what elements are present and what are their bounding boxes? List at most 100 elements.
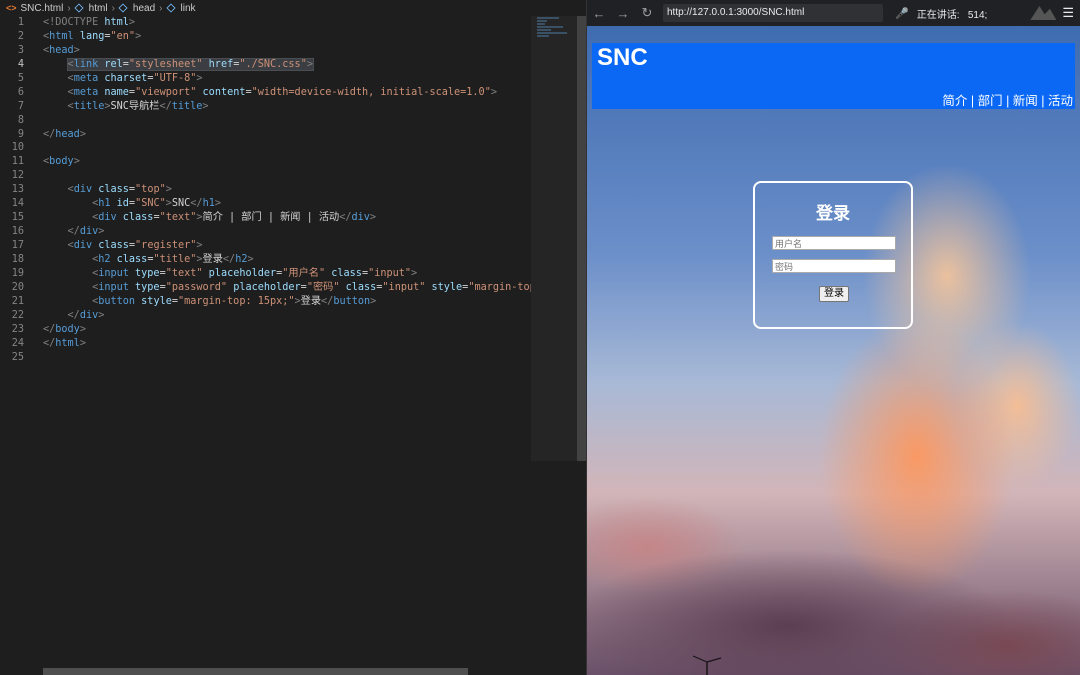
line-number: 11 (11, 156, 24, 168)
line-number: 13 (11, 184, 24, 196)
line-number: 14 (11, 198, 24, 210)
code-line[interactable]: 12 (0, 169, 530, 183)
code-line[interactable]: 6 <meta name="viewport" content="width=d… (0, 86, 530, 100)
line-number: 1 (17, 17, 24, 28)
back-arrow-icon[interactable]: ← (587, 6, 611, 21)
code-text: <body> (43, 156, 80, 168)
line-number: 6 (17, 86, 24, 98)
code-text: <div class="register"> (67, 240, 203, 251)
code-line[interactable]: 22 </div> (0, 309, 530, 323)
code-line[interactable]: 20 <input type="password" placeholder="密… (0, 281, 542, 295)
browser-window: ← → ↻ http://127.0.0.1:3000/SNC.html 🎤 正… (587, 0, 1080, 675)
line-number: 10 (11, 142, 24, 154)
wind-turbine-icon (692, 655, 722, 675)
line-number: 16 (11, 226, 24, 238)
code-line[interactable]: 13 <div class="top"> (0, 183, 530, 197)
code-line[interactable]: 14 <h1 id="SNC">SNC</h1> (0, 197, 530, 211)
code-editor[interactable]: <> SNC.html › html › head › link 1 <!DOCT… (0, 0, 587, 675)
breadcrumb-html[interactable]: html (89, 3, 108, 14)
reload-icon[interactable]: ↻ (635, 5, 659, 21)
address-bar[interactable]: http://127.0.0.1:3000/SNC.html (663, 4, 883, 22)
code-line[interactable]: 18 <h2 class="title">登录</h2> (0, 253, 530, 267)
microphone-icon[interactable]: 🎤 (895, 7, 909, 20)
code-text: <input type="text" placeholder="用户名" cla… (92, 267, 418, 279)
code-line[interactable]: 7 <title>SNC导航栏</title> (0, 100, 530, 114)
horizontal-scrollbar[interactable] (43, 668, 468, 675)
menu-icon[interactable]: ☰ (1062, 5, 1074, 21)
line-number: 21 (11, 295, 24, 307)
code-line[interactable]: 19 <input type="text" placeholder="用户名" … (0, 267, 530, 281)
code-area[interactable]: 1 <!DOCTYPE html> 2 <html lang="en"> 3 <head>… (0, 16, 542, 656)
element-icon (118, 3, 128, 13)
code-line[interactable]: 25 (0, 351, 530, 365)
minimap[interactable] (531, 16, 577, 461)
breadcrumb-link[interactable]: link (181, 3, 196, 14)
line-number: 9 (17, 128, 24, 140)
page-viewport: SNC 简介 | 部门 | 新闻 | 活动 登录 用户名 密码 登录 (587, 26, 1080, 675)
line-number: 4 (17, 58, 24, 70)
html-file-icon: <> (6, 3, 17, 13)
code-text: <meta name="viewport" content="width=dev… (67, 86, 497, 98)
password-input[interactable]: 密码 (772, 259, 896, 273)
forward-arrow-icon[interactable]: → (611, 6, 635, 21)
code-line[interactable]: 4 <link rel="stylesheet" href="./SNC.css… (0, 57, 530, 72)
code-line[interactable]: 15 <div class="text">简介 | 部门 | 新闻 | 活动</… (0, 211, 530, 225)
code-text: <input type="password" placeholder="密码" … (92, 281, 542, 293)
code-text: <button style="margin-top: 15px;">登录</bu… (92, 295, 377, 307)
code-text: <!DOCTYPE html> (43, 17, 136, 28)
vertical-scrollbar[interactable] (577, 16, 586, 461)
code-text: </head> (43, 128, 86, 140)
code-line[interactable]: 9 </head> (0, 128, 530, 142)
line-number: 19 (11, 267, 24, 279)
username-input[interactable]: 用户名 (772, 236, 896, 250)
line-number: 12 (11, 170, 24, 182)
chevron-right-icon: › (67, 2, 71, 14)
line-number: 20 (11, 281, 24, 293)
line-number: 8 (17, 114, 24, 126)
line-number: 3 (17, 44, 24, 56)
code-line[interactable]: 11 <body> (0, 155, 530, 169)
line-number: 23 (11, 323, 24, 335)
line-number: 7 (17, 100, 24, 112)
code-text: </div> (67, 309, 105, 321)
code-line[interactable]: 23 </body> (0, 323, 530, 337)
line-number: 5 (17, 72, 24, 84)
code-line[interactable]: 1 <!DOCTYPE html> (0, 16, 530, 30)
code-line[interactable]: 16 </div> (0, 225, 530, 239)
code-line[interactable]: 10 (0, 141, 530, 155)
code-text: <h1 id="SNC">SNC</h1> (92, 198, 221, 210)
top-nav-bar: SNC 简介 | 部门 | 新闻 | 活动 (592, 43, 1075, 109)
line-number: 25 (11, 351, 24, 363)
code-line[interactable]: 8 (0, 114, 530, 128)
code-line[interactable]: 21 <button style="margin-top: 15px;">登录<… (0, 295, 530, 309)
code-line[interactable]: 5 <meta charset="UTF-8"> (0, 72, 530, 86)
browser-toolbar: ← → ↻ http://127.0.0.1:3000/SNC.html 🎤 正… (587, 0, 1080, 26)
element-icon (165, 3, 176, 13)
line-number: 2 (17, 30, 24, 42)
site-title: SNC (597, 44, 648, 71)
chevron-right-icon: › (159, 2, 163, 14)
element-icon (74, 3, 84, 13)
code-text: </html> (43, 337, 86, 349)
mountain-logo-icon (1030, 6, 1057, 20)
login-button[interactable]: 登录 (819, 286, 849, 302)
code-text: <h2 class="title">登录</h2> (92, 253, 254, 265)
breadcrumb-file[interactable]: SNC.html (21, 3, 64, 14)
breadcrumb: <> SNC.html › html › head › link (0, 0, 587, 16)
code-text: <meta charset="UTF-8"> (67, 72, 203, 84)
breadcrumb-head[interactable]: head (133, 3, 155, 14)
login-panel: 登录 用户名 密码 登录 (753, 181, 913, 329)
code-line[interactable]: 17 <div class="register"> (0, 239, 530, 253)
nav-links[interactable]: 简介 | 部门 | 新闻 | 活动 (942, 90, 1073, 109)
line-number: 17 (11, 240, 24, 251)
code-text: <title>SNC导航栏</title> (67, 100, 209, 112)
code-line[interactable]: 24 </html> (0, 337, 530, 351)
code-line[interactable]: 2 <html lang="en"> (0, 30, 530, 44)
speaking-status: 正在讲话: 514; (916, 9, 988, 21)
chevron-right-icon: › (111, 2, 115, 14)
code-text: <div class="text">简介 | 部门 | 新闻 | 活动</div… (92, 212, 377, 224)
code-text: <div class="top"> (67, 184, 172, 196)
code-text: </body> (43, 323, 86, 335)
line-number: 24 (11, 337, 24, 349)
code-line[interactable]: 3 <head> (0, 44, 530, 58)
